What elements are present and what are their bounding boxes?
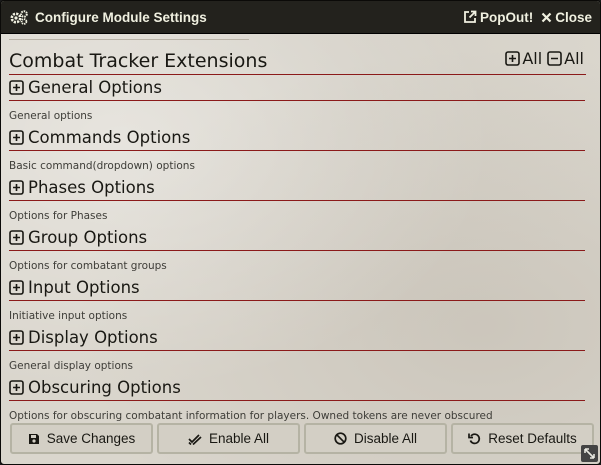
reset-defaults-button[interactable]: Reset Defaults [451, 423, 594, 454]
save-icon [28, 433, 39, 444]
section-title: Obscuring Options [28, 378, 181, 397]
resize-handle-icon [584, 448, 595, 459]
section-description: Initiative input options [9, 310, 128, 322]
plus-square-icon [9, 80, 24, 95]
enable-all-label: Enable All [208, 431, 270, 446]
section-description: Options for Phases [9, 210, 108, 222]
undo-icon [468, 433, 481, 445]
save-changes-button[interactable]: Save Changes [10, 423, 153, 454]
settings-window: Configure Module Settings PopOut! Close … [0, 0, 601, 465]
section-input: Input Options Initiative input options [9, 275, 586, 325]
close-button[interactable]: Close [541, 10, 592, 25]
footer-buttons: Save Changes Enable All Disable All Rese… [10, 423, 598, 454]
section-header-obscuring[interactable]: Obscuring Options [9, 375, 585, 401]
popout-button[interactable]: PopOut! [463, 10, 533, 25]
section-description: General display options [9, 360, 134, 372]
close-label: Close [555, 9, 592, 25]
plus-square-icon [9, 130, 24, 145]
section-header-commands[interactable]: Commands Options [9, 125, 585, 151]
section-obscuring: Obscuring Options Options for obscuring … [9, 375, 586, 425]
check-double-icon [188, 433, 202, 445]
expand-all-button[interactable]: All [505, 49, 542, 68]
section-description: Basic command(dropdown) options [9, 160, 195, 172]
section-header-display[interactable]: Display Options [9, 325, 585, 351]
plus-square-icon [505, 51, 521, 66]
save-changes-label: Save Changes [46, 431, 136, 446]
section-phases: Phases Options Options for Phases [9, 175, 586, 225]
section-description: Options for obscuring combatant informat… [9, 410, 493, 422]
section-description: Options for combatant groups [9, 260, 167, 272]
reset-defaults-label: Reset Defaults [488, 431, 577, 446]
minus-square-icon [547, 51, 562, 66]
plus-square-icon [9, 380, 24, 395]
collapse-all-label: All [564, 49, 584, 68]
plus-square-icon [9, 280, 24, 295]
section-header-group[interactable]: Group Options [9, 225, 585, 251]
plus-square-icon [9, 180, 24, 195]
section-title: Display Options [28, 328, 158, 347]
external-link-icon [464, 10, 477, 23]
section-title: General Options [28, 78, 162, 97]
section-title: Phases Options [28, 178, 155, 197]
settings-content: Combat Tracker Extensions All All Genera… [9, 39, 586, 425]
disable-all-button[interactable]: Disable All [304, 423, 447, 454]
resize-handle[interactable] [581, 445, 598, 462]
section-display: Display Options General display options [9, 325, 586, 375]
section-title: Input Options [28, 278, 140, 297]
window-title: Configure Module Settings [35, 9, 207, 25]
expand-all-label: All [522, 49, 543, 68]
disable-all-label: Disable All [353, 431, 418, 446]
section-title: Group Options [28, 228, 148, 247]
window-header[interactable]: Configure Module Settings PopOut! Close [1, 1, 600, 34]
close-icon [541, 12, 552, 22]
settings-sections: General Options General options Commands… [9, 75, 586, 425]
window-title-area: Configure Module Settings [1, 9, 463, 25]
section-header-general[interactable]: General Options [9, 75, 585, 101]
module-header: Combat Tracker Extensions All All [9, 46, 586, 75]
module-title: Combat Tracker Extensions [9, 50, 268, 72]
section-commands: Commands Options Basic command(dropdown)… [9, 125, 586, 175]
tab-divider [9, 39, 249, 40]
enable-all-button[interactable]: Enable All [157, 423, 300, 454]
collapse-all-button[interactable]: All [547, 49, 584, 68]
plus-square-icon [9, 330, 24, 345]
plus-square-icon [9, 230, 24, 245]
section-header-phases[interactable]: Phases Options [9, 175, 585, 201]
section-description: General options [9, 110, 93, 122]
expand-collapse-controls: All All [500, 49, 584, 74]
cogs-icon [10, 10, 28, 25]
section-header-input[interactable]: Input Options [9, 275, 585, 301]
popout-label: PopOut! [479, 9, 534, 25]
ban-icon [334, 432, 347, 445]
section-group: Group Options Options for combatant grou… [9, 225, 586, 275]
section-general: General Options General options [9, 75, 586, 125]
section-title: Commands Options [28, 128, 191, 147]
